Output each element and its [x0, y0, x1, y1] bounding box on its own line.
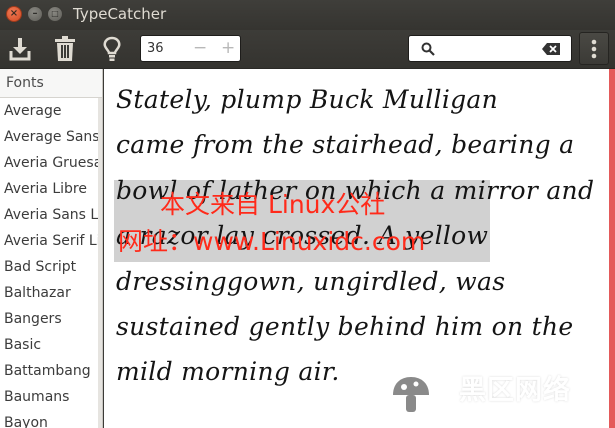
font-list-item[interactable]: Baumans	[0, 384, 102, 410]
font-list-item[interactable]: Averia Sans Li	[0, 202, 102, 228]
font-list-item[interactable]: Averia Gruesa	[0, 150, 102, 176]
close-window-button[interactable]: ×	[6, 6, 22, 22]
title-bar: × – □ TypeCatcher	[0, 0, 615, 30]
font-list-header[interactable]: Fonts	[0, 69, 102, 98]
font-list-scrollbar[interactable]	[98, 98, 102, 428]
font-list-item[interactable]: Average Sans	[0, 124, 102, 150]
toolbar: 36 − +	[0, 30, 615, 69]
font-list-item[interactable]: Bad Script	[0, 254, 102, 280]
info-button[interactable]	[97, 34, 127, 64]
trash-icon	[55, 36, 75, 61]
increase-size-button[interactable]: +	[221, 38, 235, 58]
preview-line: came from the stairhead, bearing a	[116, 130, 575, 160]
preview-line: sustained gently behind him on the	[116, 312, 574, 342]
watermark-line-2: 网址：www.Linuxidc.com	[118, 227, 426, 256]
font-list: Fonts Average Average Sans Averia Gruesa…	[0, 69, 103, 428]
download-button[interactable]	[5, 34, 35, 64]
lightbulb-icon	[103, 36, 121, 61]
font-list-item[interactable]: Basic	[0, 332, 102, 358]
mushroom-logo-icon	[385, 369, 437, 421]
maximize-icon: □	[51, 9, 59, 18]
minimize-window-button[interactable]: –	[27, 6, 43, 22]
backspace-clear-icon[interactable]	[542, 43, 560, 55]
preview-line: dressinggown, ungirdled, was	[116, 266, 506, 296]
watermark-line-1: 本文来自 Linux公社	[160, 190, 386, 219]
font-list-item[interactable]: Bayon	[0, 410, 102, 428]
delete-button[interactable]	[50, 34, 80, 64]
preview-line: Stately, plump Buck Mulligan	[116, 85, 499, 114]
font-size-spinner[interactable]: 36 − +	[140, 35, 241, 62]
brand-url: www.heiqu.com	[462, 402, 576, 415]
preview-accent-strip	[609, 69, 615, 428]
font-list-item[interactable]: Average	[0, 98, 102, 124]
font-size-value[interactable]: 36	[147, 41, 164, 56]
close-icon: ×	[9, 8, 19, 19]
font-list-item[interactable]: Battambang	[0, 358, 102, 384]
maximize-window-button[interactable]: □	[47, 6, 63, 22]
font-list-item[interactable]: Balthazar	[0, 280, 102, 306]
window-title: TypeCatcher	[73, 5, 167, 23]
decrease-size-button[interactable]: −	[193, 38, 207, 58]
minimize-icon: –	[32, 8, 38, 19]
font-list-item[interactable]: Averia Libre	[0, 176, 102, 202]
font-list-item[interactable]: Averia Serif Li	[0, 228, 102, 254]
search-icon	[421, 42, 435, 56]
vertical-ellipsis-icon	[591, 39, 597, 59]
menu-button[interactable]	[579, 32, 609, 65]
font-list-item[interactable]: Bangers	[0, 306, 102, 332]
download-icon	[9, 38, 31, 61]
search-field[interactable]	[408, 35, 572, 62]
